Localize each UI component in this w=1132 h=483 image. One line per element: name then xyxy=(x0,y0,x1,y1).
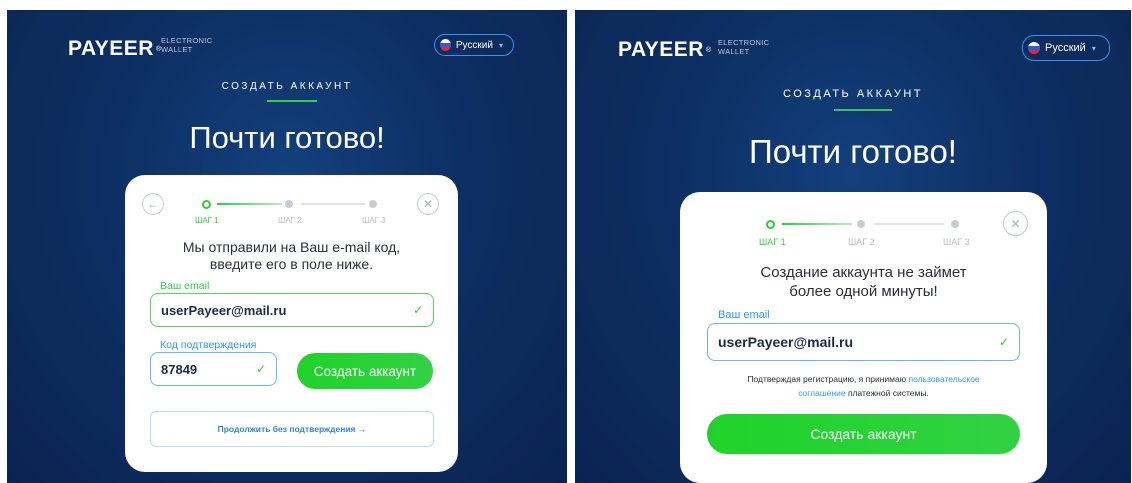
step-1-label: ШАГ 1 xyxy=(195,216,219,225)
page-subtitle: СОЗДАТЬ АККАУНТ xyxy=(221,81,353,92)
step-2-label: ШАГ 2 xyxy=(848,237,875,247)
payeer-logo[interactable]: PAYEER ® xyxy=(618,38,712,62)
email-field[interactable]: userPayeer@mail.ru ✓ xyxy=(150,293,434,327)
check-icon: ✓ xyxy=(255,362,266,376)
user-agreement-link[interactable]: пользовательское xyxy=(908,374,979,384)
left-screen: PAYEER ® ELECTRONIC WALLET Русский ▾ СОЗДА… xyxy=(7,10,567,483)
step-2-dot xyxy=(285,200,293,208)
step-1-dot xyxy=(766,220,775,229)
step-3-dot xyxy=(951,220,959,228)
check-icon: ✓ xyxy=(998,335,1009,349)
payeer-logo[interactable]: PAYEER ® xyxy=(68,37,162,61)
step-3-dot xyxy=(369,200,377,208)
step-1-dot xyxy=(202,200,211,209)
terms-notice: Подтверждая регистрацию, я принимаю поль… xyxy=(747,374,980,398)
check-icon: ✓ xyxy=(412,303,423,317)
subtitle-underline xyxy=(267,100,317,102)
chevron-down-icon: ▾ xyxy=(498,40,503,50)
step-2-dot xyxy=(857,220,865,228)
russia-flag-icon xyxy=(1028,42,1040,54)
step-3-label: ШАГ 3 xyxy=(362,216,386,225)
language-selector[interactable]: Русский ▾ xyxy=(1022,35,1110,61)
chevron-down-icon: ▾ xyxy=(1091,43,1096,53)
step-progress-line xyxy=(782,223,852,225)
page-title: Почти готово! xyxy=(189,120,385,155)
create-account-button[interactable]: Создать аккаунт xyxy=(707,414,1020,454)
step-2-label: ШАГ 2 xyxy=(278,216,302,225)
logo-tagline: ELECTRONIC WALLET xyxy=(161,36,213,54)
step-progress-line xyxy=(217,203,282,205)
right-screen: PAYEER ® ELECTRONIC WALLET Русский ▾ СОЗДА… xyxy=(575,10,1131,483)
subtitle-underline xyxy=(834,109,892,111)
close-icon[interactable]: ✕ xyxy=(417,193,439,215)
step-line xyxy=(874,223,944,225)
step-1-label: ШАГ 1 xyxy=(759,237,786,247)
signup-card: ✕ ШАГ 1 ШАГ 2 ШАГ 3 Создание аккаунта не… xyxy=(680,192,1047,483)
confirmation-code-field[interactable]: 87849 ✓ xyxy=(150,352,277,386)
step-line xyxy=(301,203,365,205)
info-message: Создание аккаунта не займет более одной м… xyxy=(760,264,967,300)
russia-flag-icon xyxy=(440,39,451,51)
step-3-label: ШАГ 3 xyxy=(943,237,970,247)
page-subtitle: СОЗДАТЬ АККАУНТ xyxy=(783,88,923,100)
email-label: Ваш email xyxy=(160,280,210,292)
signup-card: ← ✕ ШАГ 1 ШАГ 2 ШАГ 3 Мы отправили на Ва… xyxy=(125,175,458,472)
email-field[interactable]: userPayeer@mail.ru ✓ xyxy=(707,323,1020,361)
code-label: Код подтверждения xyxy=(160,339,257,351)
page-title: Почти готово! xyxy=(749,133,957,170)
close-icon[interactable]: ✕ xyxy=(1003,211,1028,236)
email-label: Ваш email xyxy=(718,309,770,321)
info-message: Мы отправили на Ваш e-mail код, введите е… xyxy=(182,239,401,272)
user-agreement-link-cont[interactable]: соглашение xyxy=(798,388,845,398)
continue-without-confirmation-button[interactable]: Продолжить без подтверждения → xyxy=(150,411,434,447)
language-selector[interactable]: Русский ▾ xyxy=(434,34,514,56)
arrow-left-icon[interactable]: ← xyxy=(142,193,164,215)
logo-tagline: ELECTRONIC WALLET xyxy=(718,38,770,56)
create-account-button[interactable]: Создать аккаунт xyxy=(297,353,433,389)
